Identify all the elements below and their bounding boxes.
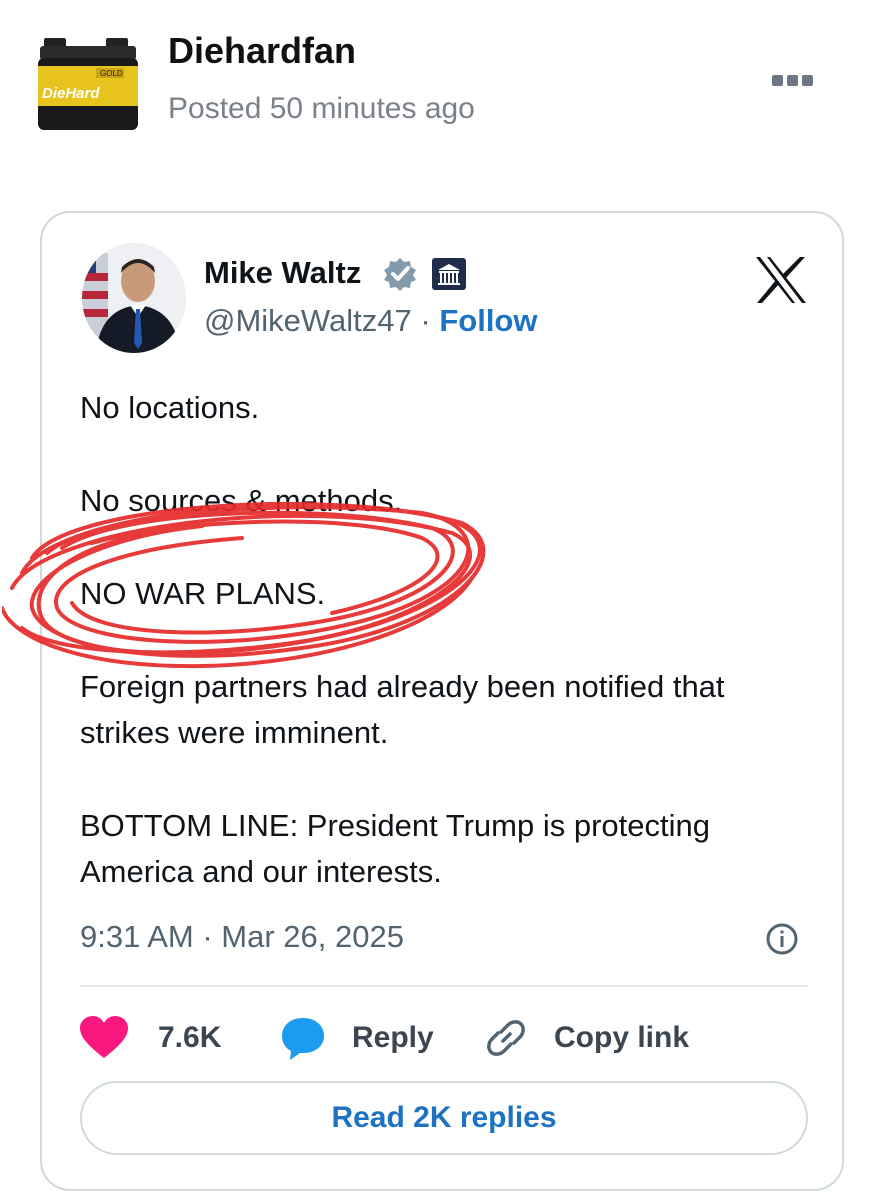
tweet-line: No sources & methods. <box>80 483 403 518</box>
avatar-badge-text: GOLD <box>100 69 123 78</box>
tweet-timestamp[interactable]: 9:31 AM · Mar 26, 2025 <box>80 919 404 955</box>
like-count: 7.6K <box>158 1021 222 1054</box>
tweet-line: NO WAR PLANS. <box>80 576 326 611</box>
read-replies-button[interactable]: Read 2K replies <box>80 1081 808 1155</box>
tweet-author-name[interactable]: Mike Waltz <box>204 255 361 291</box>
more-options-button[interactable] <box>772 66 824 94</box>
info-icon[interactable] <box>764 921 800 957</box>
avatar-brand-text: DieHard <box>42 85 100 102</box>
handle-separator: · <box>411 303 440 338</box>
poster-name[interactable]: Diehardfan <box>168 30 356 72</box>
tweet-line: No locations. <box>80 390 260 425</box>
follow-link[interactable]: Follow <box>439 303 537 338</box>
tweet-handle-line: @MikeWaltz47 · Follow <box>204 303 537 339</box>
reply-button[interactable]: Reply <box>280 1013 434 1063</box>
copy-link-label: Copy link <box>554 1021 690 1054</box>
tweet-actions: 7.6K Reply Copy link <box>80 1013 800 1063</box>
avatar[interactable]: GOLD DieHard <box>36 36 140 132</box>
more-options-icon <box>772 74 783 86</box>
reply-bubble-icon <box>282 1018 324 1060</box>
posted-time: Posted 50 minutes ago <box>168 92 475 125</box>
link-icon <box>487 1020 525 1056</box>
heart-icon <box>80 1016 128 1058</box>
tweet-line: Foreign partners had already been notifi… <box>80 669 725 750</box>
divider <box>80 985 808 987</box>
tweet-handle[interactable]: @MikeWaltz47 <box>204 303 412 338</box>
tweet-line: BOTTOM LINE: President Trump is protecti… <box>80 808 710 889</box>
copy-link-button[interactable]: Copy link <box>484 1013 689 1063</box>
post-header: GOLD DieHard Diehardfan Posted 50 minute… <box>0 0 887 180</box>
tweet-embed-card: Mike Waltz @MikeWaltz47 · Follow No loca… <box>2 211 844 1191</box>
verified-badge-icon <box>384 258 416 291</box>
government-affiliation-icon <box>432 258 466 290</box>
author-avatar[interactable] <box>82 243 186 353</box>
like-button[interactable]: 7.6K <box>80 1013 221 1063</box>
reply-label: Reply <box>352 1021 434 1054</box>
tweet-text: No locations. No sources & methods. NO W… <box>80 385 820 895</box>
x-logo-icon[interactable] <box>754 255 808 305</box>
